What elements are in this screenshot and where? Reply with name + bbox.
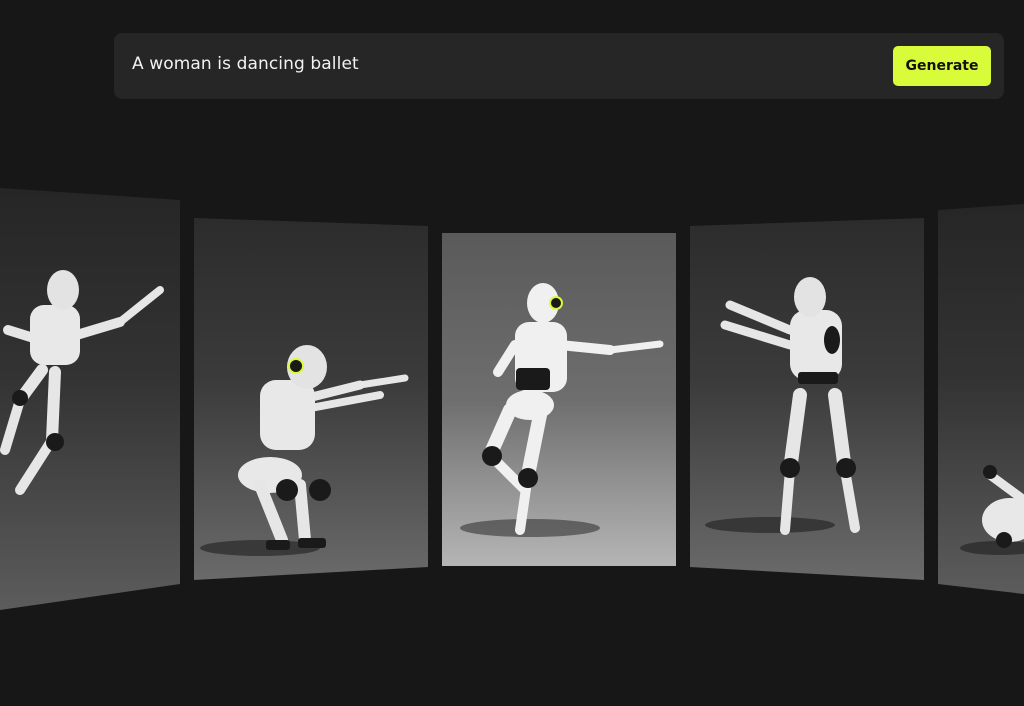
prompt-input[interactable]: A woman is dancing ballet [132, 54, 359, 74]
motion-gallery [0, 180, 1024, 620]
motion-panel-3[interactable] [442, 233, 676, 566]
motion-panel-4[interactable] [690, 218, 924, 580]
prompt-bar: A woman is dancing ballet Generate [114, 33, 1004, 99]
motion-panel-2[interactable] [194, 218, 428, 580]
gallery-canvas [0, 188, 1024, 610]
motion-generation-page: A woman is dancing ballet Generate [0, 0, 1024, 706]
motion-panel-1[interactable] [0, 188, 180, 610]
generate-button[interactable]: Generate [893, 46, 991, 86]
motion-panel-5[interactable] [938, 204, 1024, 594]
